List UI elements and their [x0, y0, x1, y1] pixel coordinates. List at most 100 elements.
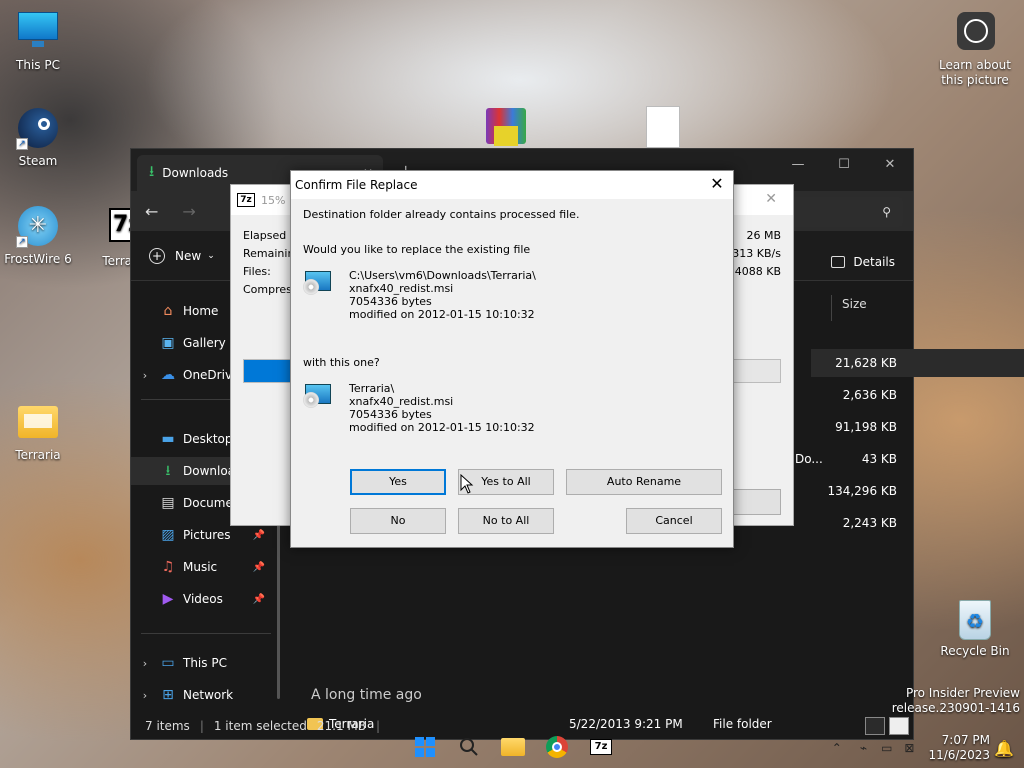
cancel-button[interactable]: Cancel [626, 508, 722, 534]
existing-file-info: C:\Users\vm6\Downloads\Terraria\ xnafx40… [303, 269, 536, 321]
network-icon: ⊞ [162, 687, 174, 703]
sidebar-item-label: Videos [183, 592, 223, 606]
file-size: 21,628 KB [835, 356, 897, 370]
chevron-right-icon[interactable]: › [131, 657, 159, 670]
desktop-icon-frostwire[interactable]: ✳ ↗ FrostWire 6 [0, 204, 76, 267]
new-file-size: 7054336 bytes [349, 408, 432, 421]
table-row[interactable]: 134,296 KB [811, 477, 1024, 505]
7zip-taskbar-icon[interactable]: 7z [586, 732, 616, 762]
winrar-icon [486, 104, 526, 148]
mouse-cursor-icon [460, 474, 474, 494]
start-windows-icon[interactable] [410, 732, 440, 762]
gallery-icon: ▣ [161, 335, 175, 351]
new-file-path: Terraria\ [349, 382, 395, 395]
desktop-icon-learn-picture[interactable]: Learn about this picture [936, 10, 1014, 88]
maximize-button[interactable]: ☐ [821, 149, 867, 179]
chevron-up-icon[interactable]: ⌃ [832, 741, 842, 755]
download-icon: ⭳ [165, 463, 171, 479]
close-icon[interactable]: ✕ [707, 174, 727, 194]
new-plus-icon: + [149, 247, 165, 264]
forward-arrow-icon[interactable]: → [182, 202, 195, 221]
back-arrow-icon[interactable]: ← [145, 202, 158, 221]
file-size: 2,636 KB [842, 388, 897, 402]
table-row[interactable]: 91,198 KB [811, 413, 1024, 441]
clock[interactable]: 7:07 PM 11/6/2023 [928, 733, 990, 763]
chevron-down-icon: ⌄ [207, 250, 215, 261]
cloud-icon: ☁ [161, 367, 175, 383]
table-row[interactable]: 43 KB [811, 445, 1024, 473]
shortcut-arrow-icon: ↗ [16, 236, 28, 248]
search-icon[interactable] [454, 732, 484, 762]
elapsed-label: Elapsed ti [243, 229, 298, 242]
sidebar-item-label: Pictures [183, 528, 231, 542]
desktop-icon-this-pc[interactable]: This PC [0, 10, 76, 73]
desktop-icon-label-line2: this picture [941, 73, 1009, 87]
sidebar-item-label: Home [183, 304, 219, 318]
music-icon: ♫ [161, 559, 175, 575]
watermark-line1: Pro Insider Preview [905, 686, 1020, 700]
existing-file-name: xnafx40_redist.msi [349, 282, 454, 295]
new-button-label[interactable]: New [175, 249, 201, 263]
sidebar-item-network[interactable]: › ⊞ Network [131, 681, 281, 709]
close-button[interactable]: ✕ [867, 149, 913, 179]
speed-value: 313 KB/s [732, 247, 781, 260]
table-row[interactable]: 2,636 KB [811, 381, 1024, 409]
recycle-bin-icon: ♻ [953, 596, 997, 640]
file-size: 91,198 KB [835, 420, 897, 434]
clock-time: 7:07 PM [941, 733, 990, 747]
display-icon[interactable]: ▭ [881, 741, 892, 755]
divider [141, 633, 271, 634]
7zip-logo-icon: 7z [237, 193, 255, 207]
download-icon: ⭳ [149, 161, 155, 180]
pin-icon[interactable]: 📌 [253, 562, 265, 573]
existing-file-size: 7054336 bytes [349, 295, 432, 308]
camera-info-icon [953, 10, 997, 54]
sidebar-item-videos[interactable]: ▶ Videos 📌 [131, 585, 281, 613]
build-watermark: Pro Insider Preview release.230901-1416 [892, 686, 1020, 716]
file-explorer-taskbar-icon[interactable] [498, 732, 528, 762]
dialog-question: Would you like to replace the existing f… [303, 243, 531, 256]
table-row[interactable]: 21,628 KB [811, 349, 1024, 377]
clock-date: 11/6/2023 [928, 748, 990, 762]
group-header[interactable]: A long time ago [311, 687, 422, 703]
pin-icon[interactable]: 📌 [253, 530, 265, 541]
desktop-icon-label: FrostWire 6 [4, 252, 72, 266]
sidebar-item-label: Gallery [183, 336, 226, 350]
chrome-icon[interactable] [542, 732, 572, 762]
sidebar-item-music[interactable]: ♫ Music 📌 [131, 553, 281, 581]
confirm-file-replace-dialog: Confirm File Replace ✕ Destination folde… [290, 170, 734, 548]
desktop-icon-label-line1: Learn about [939, 58, 1011, 72]
details-button[interactable]: Details [831, 255, 895, 269]
yes-button[interactable]: Yes [350, 469, 446, 495]
network-offline-icon[interactable]: ⌁ [860, 741, 867, 755]
close-icon[interactable]: ✕ [765, 191, 777, 207]
desktop-icon-terraria-folder[interactable]: Terraria [0, 400, 76, 463]
folder-icon [16, 400, 60, 444]
volume-muted-icon[interactable]: ⊠ [904, 741, 914, 755]
auto-rename-button[interactable]: Auto Rename [566, 469, 722, 495]
size-value: 26 MB [746, 229, 781, 242]
msi-installer-icon [303, 382, 333, 410]
desktop-icon-steam[interactable]: ↗ Steam [0, 106, 76, 169]
desktop-icon-label: Steam [18, 154, 58, 168]
no-button[interactable]: No [350, 508, 446, 534]
new-file-info: Terraria\ xnafx40_redist.msi 7054336 byt… [303, 382, 535, 434]
blank-file-icon [646, 106, 680, 148]
notification-bell-icon[interactable]: 🔔 [994, 739, 1014, 758]
details-label: Details [853, 255, 895, 269]
sidebar-item-label: This PC [183, 656, 227, 670]
pin-icon[interactable]: 📌 [253, 594, 265, 605]
desktop-icon-recycle-bin[interactable]: ♻ Recycle Bin [936, 596, 1014, 659]
existing-file-modified: modified on 2012-01-15 10:10:32 [349, 308, 535, 321]
chevron-right-icon[interactable]: › [131, 689, 159, 702]
no-to-all-button[interactable]: No to All [458, 508, 554, 534]
minimize-button[interactable]: — [775, 149, 821, 179]
desktop-icon-label: Recycle Bin [940, 644, 1010, 658]
file-type-partial: Do... [795, 452, 823, 466]
with-this-one-label: with this one? [303, 356, 380, 369]
taskbar-apps: 7z [410, 732, 616, 762]
sidebar-item-this-pc[interactable]: › ▭ This PC [131, 649, 281, 677]
table-row[interactable]: 2,243 KB [811, 509, 1024, 537]
chevron-right-icon[interactable]: › [131, 369, 159, 382]
column-header-size[interactable]: Size [831, 295, 867, 321]
